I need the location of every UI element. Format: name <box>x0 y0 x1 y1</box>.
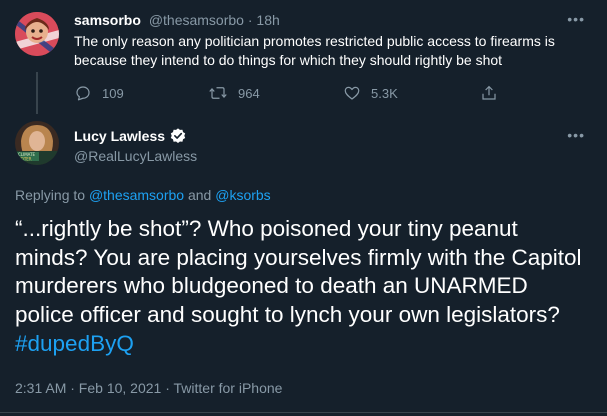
handle[interactable]: @thesamsorbo <box>149 12 244 28</box>
heart-icon <box>344 86 360 100</box>
hashtag-link[interactable]: #dupedByQ <box>15 331 134 356</box>
share-icon <box>482 85 496 100</box>
handle[interactable]: @RealLucyLawless <box>74 147 197 165</box>
replying-prefix: Replying to <box>15 187 86 203</box>
replying-and: and <box>187 187 212 203</box>
reply-icon <box>76 86 90 101</box>
display-name[interactable]: Lucy Lawless <box>74 127 165 145</box>
verified-badge-icon <box>170 128 186 144</box>
avatar-image-icon: CLIMATE VOTER <box>15 121 59 165</box>
avatar-lucy-lawless[interactable]: CLIMATE VOTER <box>15 121 59 165</box>
svg-text:VOTER: VOTER <box>18 157 32 162</box>
retweet-action[interactable]: 964 <box>208 84 260 102</box>
tweet-header: samsorbo @thesamsorbo · 18h <box>74 11 280 29</box>
retweet-icon <box>209 87 227 99</box>
divider <box>0 412 607 413</box>
reply-action[interactable]: 109 <box>74 84 124 102</box>
author-name-row: Lucy Lawless <box>74 127 187 145</box>
mention-link[interactable]: @thesamsorbo <box>89 187 184 203</box>
tweet-text: The only reason any politician promotes … <box>74 33 555 68</box>
tweet-text: “...rightly be shot”? Who poisoned your … <box>15 215 590 359</box>
share-action[interactable] <box>480 84 508 102</box>
like-action[interactable]: 5.3K <box>343 84 398 102</box>
mention-link[interactable]: @ksorbs <box>215 187 270 203</box>
retweet-count: 964 <box>238 85 260 101</box>
tweet-time[interactable]: 18h <box>256 12 279 28</box>
separator: · <box>247 12 253 28</box>
tweet-body: “...rightly be shot”? Who poisoned your … <box>15 216 582 328</box>
display-name[interactable]: samsorbo <box>74 12 141 28</box>
more-options-icon[interactable]: ••• <box>567 127 585 143</box>
like-count: 5.3K <box>371 85 398 101</box>
tweet-timestamp[interactable]: 2:31 AM · Feb 10, 2021 · Twitter for iPh… <box>15 379 282 397</box>
replying-to: Replying to @thesamsorbo and @ksorbs <box>15 186 271 204</box>
avatar-image-icon <box>15 12 59 56</box>
avatar-samsorbo[interactable] <box>15 12 59 56</box>
thread-connector <box>36 72 38 114</box>
more-options-icon[interactable]: ••• <box>567 11 585 27</box>
reply-count: 109 <box>102 85 124 101</box>
